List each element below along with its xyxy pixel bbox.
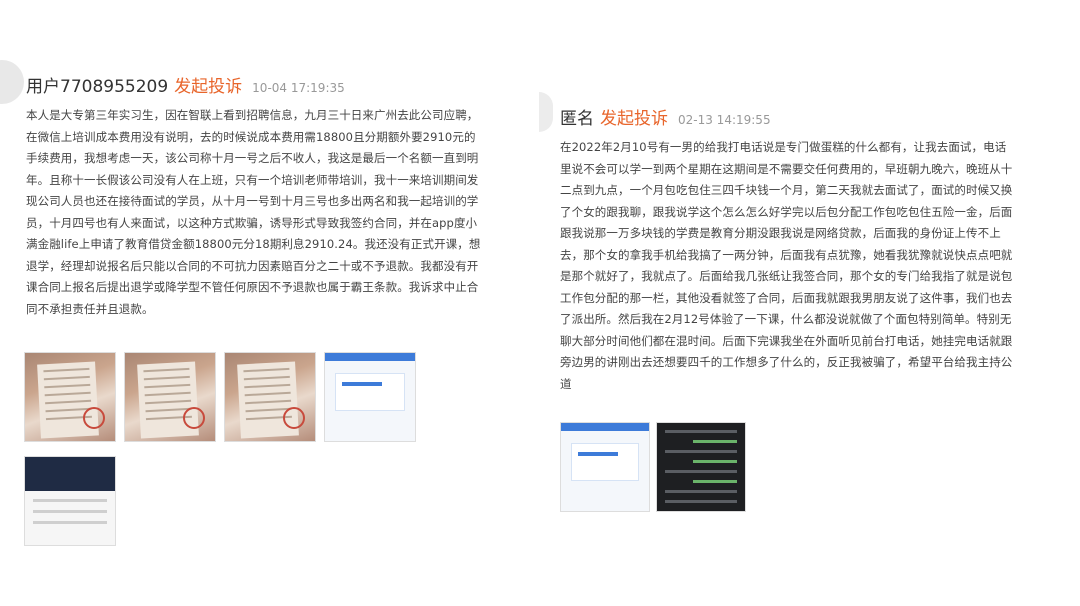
user-name[interactable]: 匿名 [560,104,594,129]
timestamp: 10-04 17:19:35 [252,81,345,95]
attachment-thumbnail[interactable] [24,352,116,442]
complaint-action-link[interactable]: 发起投诉 [174,72,242,97]
complaint-card-left: 用户7708955209 发起投诉 10-04 17:19:35 本人是大专第三… [0,58,540,558]
attachment-thumbnail[interactable] [24,456,116,546]
complaint-card-right: 匿名 发起投诉 02-13 14:19:55 在2022年2月10号有一男的给我… [539,88,1065,528]
complaint-content: 本人是大专第三年实习生，因在智联上看到招聘信息，九月三十日来广州去此公司应聘， … [26,108,481,316]
attachment-thumbnail[interactable] [124,352,216,442]
attachment-thumbnail[interactable] [324,352,416,442]
complaint-action-link[interactable]: 发起投诉 [600,104,668,129]
attachment-thumbnail[interactable] [224,352,316,442]
complaint-header: 匿名 发起投诉 02-13 14:19:55 [560,104,771,129]
attachment-thumbnail[interactable] [656,422,746,512]
avatar[interactable] [539,92,553,132]
complaint-content: 在2022年2月10号有一男的给我打电话说是专门做蛋糕的什么都有，让我去面试，电… [560,140,1013,391]
attachment-thumbnail[interactable] [560,422,650,512]
complaint-header: 用户7708955209 发起投诉 10-04 17:19:35 [26,72,345,97]
user-name[interactable]: 用户7708955209 [26,72,168,97]
avatar[interactable] [0,60,24,104]
timestamp: 02-13 14:19:55 [678,113,771,127]
